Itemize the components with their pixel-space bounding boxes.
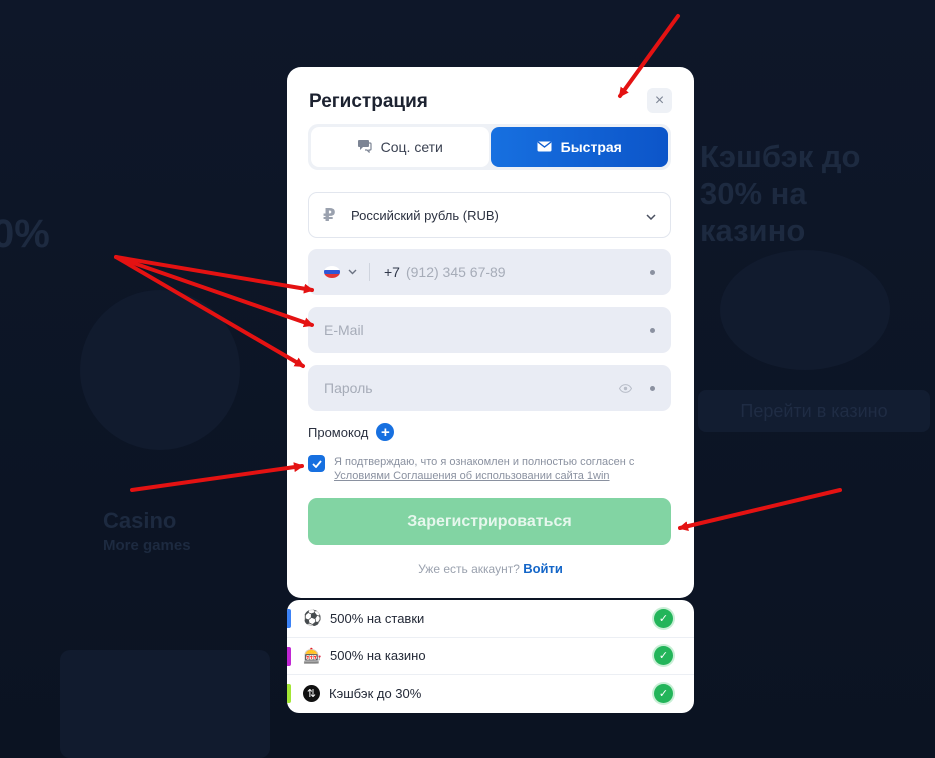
background-cashback-text: Кэшбэк до 30% на казино <box>700 139 861 248</box>
phone-input[interactable]: (912) 345 67-89 <box>406 264 650 280</box>
phone-prefix: +7 <box>384 264 400 280</box>
promo-label: Промокод <box>308 424 369 440</box>
bonus-color-bar <box>287 684 291 704</box>
background-decoration <box>80 290 240 450</box>
modal-title: Регистрация <box>309 91 428 112</box>
tab-fast-label: Быстрая <box>560 139 622 155</box>
envelope-icon <box>537 139 552 155</box>
slot-machine-icon: 🎰 <box>303 647 322 665</box>
chat-icon <box>357 139 372 156</box>
ru-flag-icon[interactable] <box>324 266 340 278</box>
required-dot-icon <box>650 269 655 275</box>
bonus-item-cashback: ⇅ Кэшбэк до 30% ✓ <box>287 675 694 713</box>
required-dot-icon <box>650 385 655 391</box>
background-casino-text: Casino <box>103 508 177 533</box>
phone-field[interactable]: +7 (912) 345 67-89 <box>308 249 671 295</box>
agreement-checkbox[interactable] <box>308 455 325 472</box>
login-prompt: Уже есть аккаунт? <box>418 562 520 576</box>
background-casino-button: Перейти в казино <box>698 390 930 432</box>
tab-social-label: Соц. сети <box>380 139 443 155</box>
background-percent-text: 0% <box>0 212 50 256</box>
bonus-color-bar <box>287 646 291 666</box>
cashback-icon: ⇅ <box>303 685 320 703</box>
checkmark-badge-icon: ✓ <box>654 684 673 704</box>
close-icon: × <box>654 91 665 109</box>
phone-divider <box>369 263 370 281</box>
close-button[interactable]: × <box>647 88 672 113</box>
bonus-color-bar <box>287 609 291 628</box>
currency-select[interactable]: ₽ Российский рубль (RUB) <box>308 192 671 238</box>
country-chevron-down-icon[interactable] <box>348 267 357 278</box>
ruble-icon: ₽ <box>323 204 336 225</box>
agreement-text: Я подтверждаю, что я ознакомлен и полнос… <box>334 455 634 483</box>
background-casino-subtext: More games <box>103 537 191 554</box>
bonus-label: 500% на казино <box>330 648 426 664</box>
agreement-statement: Я подтверждаю, что я ознакомлен и полнос… <box>334 456 635 468</box>
required-dot-icon <box>650 327 655 333</box>
registration-tabs: Соц. сети Быстрая <box>308 124 671 170</box>
plus-icon[interactable]: + <box>376 423 395 441</box>
checkmark-badge-icon: ✓ <box>654 608 673 628</box>
agreement-terms-link[interactable]: Условиями Соглашения об использовании са… <box>334 470 610 482</box>
email-input[interactable]: E-Mail <box>324 322 650 338</box>
password-field[interactable]: Пароль <box>308 365 671 411</box>
eye-icon[interactable] <box>618 381 633 396</box>
agreement-row: Я подтверждаю, что я ознакомлен и полнос… <box>308 455 673 483</box>
background-decoration <box>60 650 270 758</box>
bonus-item-casino: 🎰 500% на казино ✓ <box>287 638 694 676</box>
tab-social[interactable]: Соц. сети <box>311 127 489 167</box>
registration-modal: Регистрация × Соц. сети Быстрая ₽ Россий… <box>287 67 694 598</box>
login-link[interactable]: Войти <box>523 561 563 576</box>
chevron-down-icon <box>646 208 656 223</box>
promo-code-row[interactable]: Промокод + <box>308 423 395 441</box>
checkmark-badge-icon: ✓ <box>654 646 673 666</box>
bonus-list: ⚽ 500% на ставки ✓ 🎰 500% на казино ✓ ⇅ … <box>287 600 694 713</box>
background-decoration <box>720 250 890 370</box>
bonus-item-sports: ⚽ 500% на ставки ✓ <box>287 600 694 638</box>
soccer-ball-icon: ⚽ <box>303 610 322 628</box>
login-prompt-row: Уже есть аккаунт? Войти <box>287 561 694 576</box>
bonus-label: 500% на ставки <box>330 610 425 626</box>
tab-fast[interactable]: Быстрая <box>490 127 668 167</box>
password-input[interactable]: Пароль <box>324 380 619 396</box>
register-button[interactable]: Зарегистрироваться <box>308 498 671 545</box>
bonus-label: Кэшбэк до 30% <box>329 686 422 702</box>
currency-value: Российский рубль (RUB) <box>351 207 499 223</box>
email-field[interactable]: E-Mail <box>308 307 671 353</box>
